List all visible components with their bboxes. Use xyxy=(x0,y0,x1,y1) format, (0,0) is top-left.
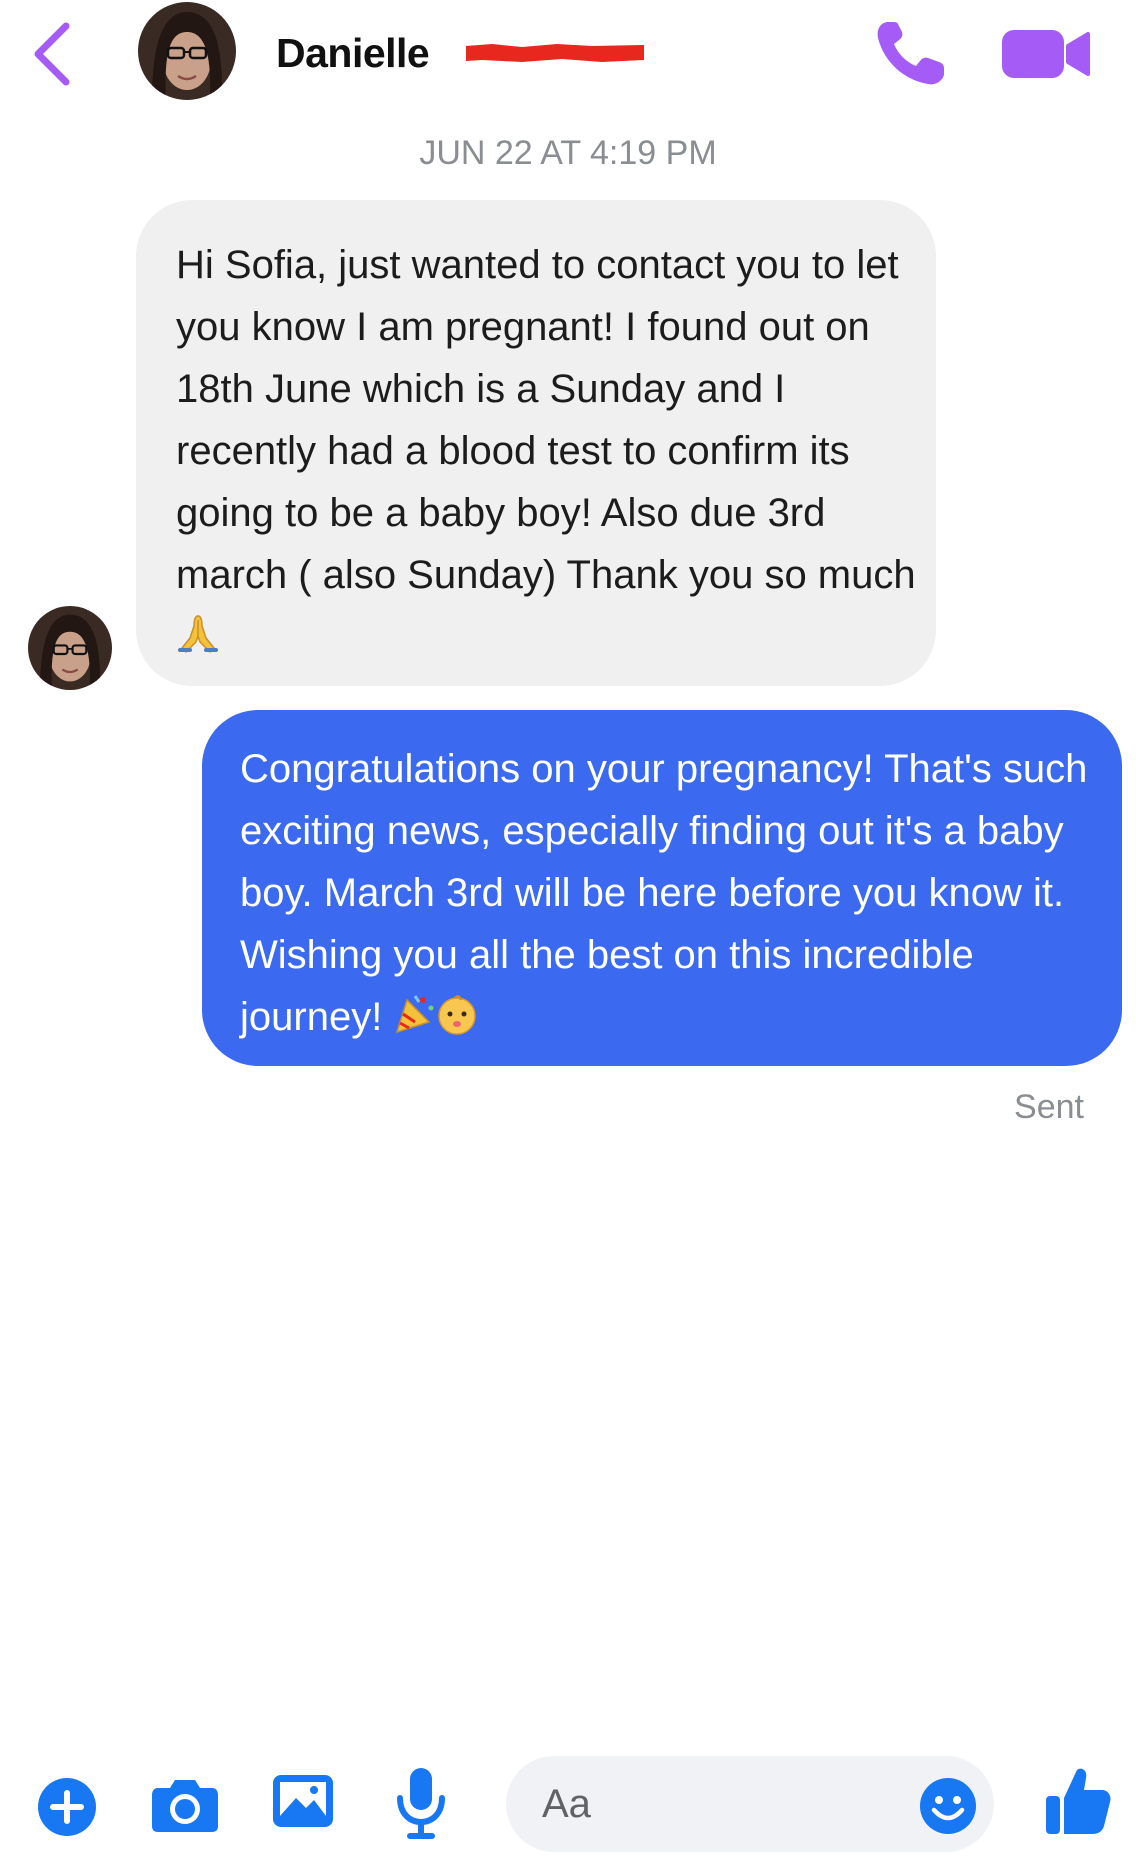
image-icon xyxy=(273,1775,333,1827)
plus-icon xyxy=(38,1778,96,1836)
video-call-button[interactable] xyxy=(1000,26,1092,82)
folded-hands-emoji xyxy=(176,612,220,674)
video-camera-icon xyxy=(1002,30,1090,78)
message-composer[interactable] xyxy=(506,1756,994,1852)
more-actions-button[interactable] xyxy=(36,1776,98,1838)
emoji-button[interactable] xyxy=(918,1776,978,1836)
profile-photo xyxy=(138,2,236,100)
gallery-button[interactable] xyxy=(270,1770,336,1832)
thumbs-up-icon xyxy=(1046,1768,1111,1834)
back-button[interactable] xyxy=(22,10,92,90)
voice-message-button[interactable] xyxy=(394,1766,448,1840)
sent-status: Sent xyxy=(1014,1088,1084,1126)
like-button[interactable] xyxy=(1044,1764,1112,1836)
incoming-message-text: Hi Sofia, just wanted to contact you to … xyxy=(176,234,916,674)
profile-photo xyxy=(28,606,112,690)
camera-button[interactable] xyxy=(150,1774,220,1836)
contact-name[interactable]: Danielle xyxy=(276,30,430,77)
baby-emoji xyxy=(435,992,479,1054)
message-timestamp: JUN 22 AT 4:19 PM xyxy=(419,134,717,172)
chevron-left-icon xyxy=(34,22,70,86)
microphone-icon xyxy=(397,1768,445,1839)
camera-icon xyxy=(152,1780,218,1832)
sender-avatar[interactable] xyxy=(28,606,112,690)
redaction-mark xyxy=(462,40,648,66)
voice-call-button[interactable] xyxy=(870,16,950,88)
contact-avatar[interactable] xyxy=(138,2,236,100)
phone-icon xyxy=(877,22,944,85)
emoji-icon xyxy=(920,1778,976,1834)
outgoing-message-text: Congratulations on your pregnancy! That'… xyxy=(240,738,1100,1054)
party-popper-emoji xyxy=(393,992,435,1054)
message-input[interactable] xyxy=(542,1756,842,1852)
